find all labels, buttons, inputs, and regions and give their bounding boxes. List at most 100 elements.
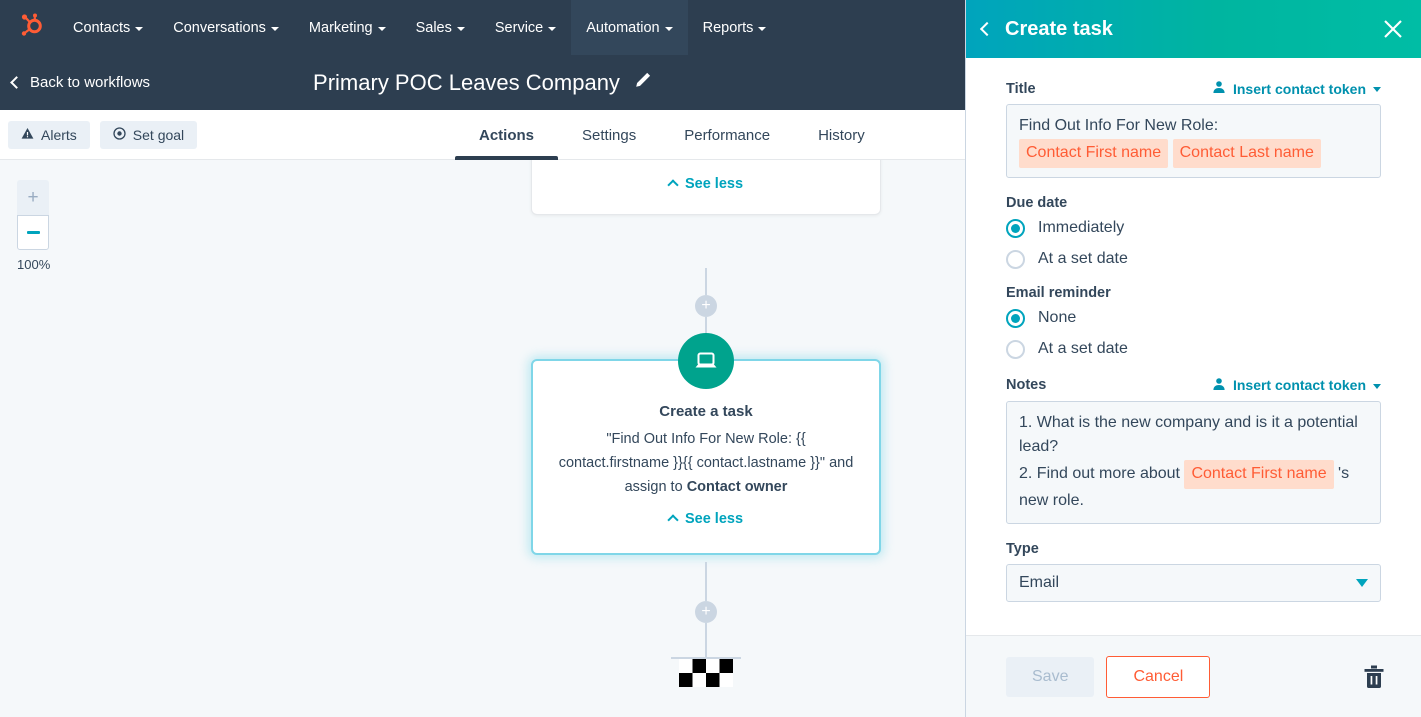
close-icon[interactable] [1382,18,1404,40]
title-text-prefix: Find Out Info For New Role: [1019,117,1219,134]
panel-title: Create task [1005,17,1113,40]
due-date-option-immediately[interactable]: Immediately [1006,213,1381,244]
contact-person-icon [1212,80,1226,97]
email-reminder-group: Email reminder None At a set date [1006,285,1381,365]
flow-connector-line [705,623,707,657]
token-contact-first-name[interactable]: Contact First name [1019,138,1169,168]
title-field-group: Title Insert contact token Find Out Info… [1006,80,1381,178]
see-less-toggle-previous[interactable]: See less [532,176,880,192]
see-less-label: See less [684,510,744,527]
card-desc-line3-bold: Contact owner [686,478,788,495]
nav-label: Automation [586,19,660,36]
type-select[interactable]: Email [1006,563,1381,602]
tab-actions[interactable]: Actions [455,110,559,160]
nav-label: Contacts [73,19,131,36]
token-contact-first-name[interactable]: Contact First name [1184,460,1334,489]
due-date-group: Due date Immediately At a set date [1006,195,1381,275]
flow-connector-line [705,562,707,601]
nav-item-reports[interactable]: Reports [688,0,782,55]
chevron-down-icon [1373,383,1381,389]
type-label: Type [1006,540,1039,557]
card-desc-line3-pre: assign to [624,478,687,495]
alerts-label: Alerts [41,127,77,143]
chevron-down-icon [548,26,557,31]
set-goal-label: Set goal [132,127,185,143]
workflow-card-create-task[interactable]: Create a task "Find Out Info For New Rol… [531,333,881,555]
email-reminder-label: Email reminder [1006,284,1111,301]
flow-connector-line [705,268,707,295]
email-reminder-option-set-date[interactable]: At a set date [1006,334,1381,365]
due-date-option-set-date[interactable]: At a set date [1006,244,1381,275]
checkered-flag-icon [679,659,733,687]
token-contact-last-name[interactable]: Contact Last name [1172,138,1321,168]
workflow-card-previous[interactable]: contact.company }}" and assign to Contac… [531,160,881,215]
chevron-down-icon [1373,87,1381,92]
nav-items-list: Contacts Conversations Marketing Sales S… [58,0,781,55]
save-button[interactable]: Save [1006,656,1095,697]
nav-item-conversations[interactable]: Conversations [158,0,294,55]
chevron-down-icon [135,26,144,31]
tab-history[interactable]: History [794,110,889,160]
workflow-canvas[interactable]: + 100% contact.company }}" and assign to… [0,160,965,717]
notes-field-group: Notes Insert contact token 1. What is th… [1006,377,1381,524]
insert-contact-token-notes[interactable]: Insert contact token [1212,377,1381,394]
workflow-subheader: Back to workflows Primary POC Leaves Com… [0,55,965,110]
chevron-down-icon [664,26,673,31]
hubspot-logo[interactable] [0,0,58,55]
token-link-label: Insert contact token [1232,377,1366,394]
chevron-down-icon [456,26,465,31]
top-navigation-bar: Contacts Conversations Marketing Sales S… [0,0,965,55]
token-link-label: Insert contact token [1232,80,1366,97]
panel-back-button[interactable]: Create task [966,18,1113,41]
tab-performance[interactable]: Performance [660,110,794,160]
radio-label: At a set date [1038,340,1128,358]
add-action-node-2[interactable]: + [695,601,717,623]
radio-label: Immediately [1038,219,1125,237]
nav-item-sales[interactable]: Sales [401,0,480,55]
workflow-flow: contact.company }}" and assign to Contac… [0,160,965,717]
warning-triangle-icon [21,127,34,143]
pencil-icon[interactable] [634,71,652,94]
trash-icon[interactable] [1363,665,1385,689]
tab-label: Actions [479,126,535,144]
card-description: "Find Out Info For New Role: {{ contact.… [533,428,879,500]
title-label: Title [1006,80,1036,97]
add-action-node-1[interactable]: + [695,295,717,317]
nav-item-automation[interactable]: Automation [571,0,688,55]
type-field-group: Type Email [1006,541,1381,602]
radio-label: At a set date [1038,250,1128,268]
chevron-left-icon [10,76,23,89]
see-less-label: See less [684,175,744,192]
card-desc-line2: contact.firstname }}{{ contact.lastname … [558,454,854,471]
back-to-workflows-link[interactable]: Back to workflows [0,74,150,91]
tab-label: Settings [582,126,637,144]
insert-contact-token-title[interactable]: Insert contact token [1212,80,1381,97]
cancel-button[interactable]: Cancel [1106,655,1211,698]
task-laptop-icon [678,333,734,389]
nav-label: Sales [415,19,452,36]
panel-body: Title Insert contact token Find Out Info… [966,58,1421,635]
radio-icon [1006,308,1025,328]
nav-item-contacts[interactable]: Contacts [58,0,158,55]
contact-person-icon [1212,377,1226,394]
tab-settings[interactable]: Settings [558,110,660,160]
title-input[interactable]: Find Out Info For New Role: Contact Firs… [1006,104,1381,178]
set-goal-button[interactable]: Set goal [99,121,198,149]
tab-label: History [818,126,865,144]
hubspot-sprocket-icon [15,11,43,44]
panel-header: Create task [966,0,1421,58]
nav-label: Conversations [173,19,266,36]
nav-item-service[interactable]: Service [480,0,571,55]
see-less-toggle-create-task[interactable]: See less [533,511,879,527]
panel-footer: Save Cancel [966,635,1421,717]
alerts-button[interactable]: Alerts [8,121,90,149]
workflow-tabbar: Alerts Set goal Actions Settings Perform… [0,110,965,160]
notes-input[interactable]: 1. What is the new company and is it a p… [1006,400,1381,524]
workflow-end-marker [671,657,741,687]
email-reminder-option-none[interactable]: None [1006,303,1381,334]
chevron-down-icon [1356,578,1368,587]
card-desc-line1: "Find Out Info For New Role: {{ [606,431,806,447]
due-date-label: Due date [1006,194,1068,211]
nav-label: Marketing [308,19,373,36]
nav-item-marketing[interactable]: Marketing [294,0,401,55]
